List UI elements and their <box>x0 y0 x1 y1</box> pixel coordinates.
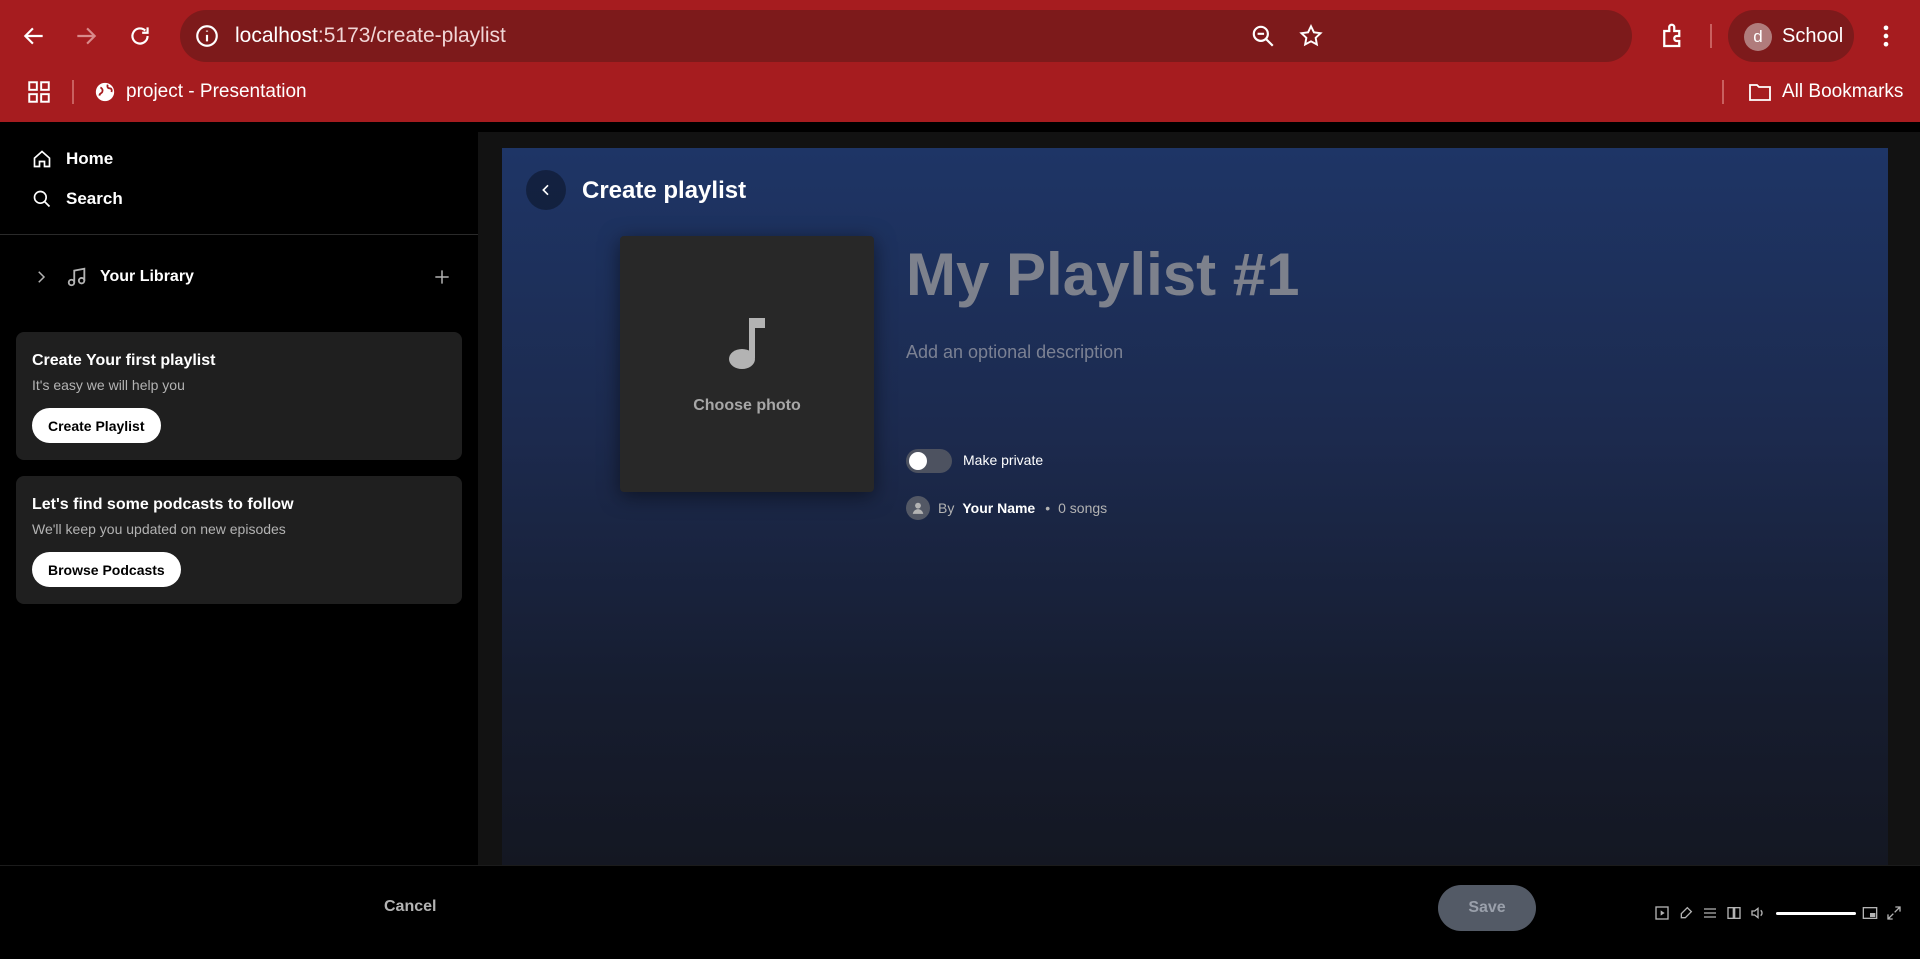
reload-icon <box>131 27 149 45</box>
reload-button[interactable] <box>118 14 162 58</box>
sidebar-item-label: Home <box>66 149 114 168</box>
mini-player-icon[interactable] <box>1862 905 1878 921</box>
sidebar: Home Search Your Library Create Your fir… <box>0 122 478 865</box>
bookmarks-divider <box>72 80 74 104</box>
home-icon <box>33 150 51 168</box>
card-title: Let's find some podcasts to follow <box>32 496 294 513</box>
podcasts-card: Let's find some podcasts to follow We'll… <box>16 476 462 604</box>
apps-grid-icon[interactable] <box>26 79 52 105</box>
page-title: Create playlist <box>582 177 747 204</box>
toggle-knob <box>909 452 927 470</box>
arrow-left-icon <box>23 27 43 45</box>
user-avatar <box>906 496 930 520</box>
make-private-label: Make private <box>963 452 1044 468</box>
volume-icon[interactable] <box>1750 905 1766 921</box>
extensions-icon[interactable] <box>1658 21 1688 51</box>
folder-icon <box>1749 84 1771 101</box>
browser-chrome: localhost:5173/create-playlist d School … <box>0 0 1920 122</box>
user-icon <box>912 502 924 514</box>
url-path: :5173/create-playlist <box>317 24 506 47</box>
toolbar-divider <box>1710 24 1712 48</box>
browse-podcasts-button[interactable]: Browse Podcasts <box>32 552 181 587</box>
by-label: By <box>938 500 955 516</box>
bookmark-item[interactable]: project - Presentation <box>94 78 307 106</box>
profile-avatar: d <box>1744 23 1772 51</box>
all-bookmarks-button[interactable]: All Bookmarks <box>1748 78 1903 106</box>
fullscreen-icon[interactable] <box>1886 905 1902 921</box>
card-subtitle: It's easy we will help you <box>32 377 185 393</box>
playlist-name-input[interactable]: My Playlist #1 <box>906 240 1300 309</box>
action-bar: Cancel Save <box>0 865 1920 959</box>
globe-icon <box>95 82 115 102</box>
chevron-right-icon[interactable] <box>32 268 50 286</box>
sidebar-item-home[interactable]: Home <box>32 149 113 169</box>
zoom-out-icon[interactable] <box>1250 23 1276 49</box>
make-private-toggle[interactable] <box>906 449 952 473</box>
address-bar[interactable]: localhost:5173/create-playlist <box>180 10 1632 62</box>
create-playlist-button[interactable]: Create Playlist <box>32 408 161 443</box>
url-host: localhost <box>235 24 318 47</box>
bookmark-label: project - Presentation <box>126 81 307 102</box>
card-title: Create Your first playlist <box>32 352 216 369</box>
music-note-icon <box>67 267 86 287</box>
more-vert-icon[interactable] <box>1872 22 1900 50</box>
profile-name: School <box>1782 25 1844 47</box>
connect-device-icon[interactable] <box>1726 905 1742 921</box>
meta-separator: • <box>1045 500 1051 516</box>
browser-toolbar: localhost:5173/create-playlist d School <box>0 0 1920 72</box>
info-icon[interactable] <box>194 23 220 49</box>
sidebar-item-label: Search <box>66 189 123 208</box>
playlist-meta: By Your Name • 0 songs <box>906 496 1107 520</box>
choose-photo-label: Choose photo <box>693 397 801 414</box>
now-playing-view-icon[interactable] <box>1654 905 1670 921</box>
profile-button[interactable]: d School <box>1728 10 1854 62</box>
owner-name[interactable]: Your Name <box>962 500 1035 516</box>
back-button[interactable] <box>526 170 566 210</box>
chevron-left-icon <box>542 184 549 196</box>
back-button[interactable] <box>12 14 56 58</box>
arrow-right-icon <box>77 27 97 45</box>
create-playlist-card: Create Your first playlist It's easy we … <box>16 332 462 460</box>
music-note-icon <box>729 318 765 369</box>
all-bookmarks-label: All Bookmarks <box>1782 81 1904 102</box>
description-input[interactable]: Add an optional description <box>906 342 1123 363</box>
card-subtitle: We'll keep you updated on new episodes <box>32 521 286 537</box>
bookmarks-divider-right <box>1722 80 1724 104</box>
queue-icon[interactable] <box>1702 905 1718 921</box>
url-text[interactable]: localhost:5173/create-playlist <box>235 24 506 48</box>
plus-icon[interactable] <box>432 267 452 287</box>
sidebar-item-search[interactable]: Search <box>32 189 123 209</box>
library-header[interactable]: Your Library <box>32 262 452 292</box>
save-button[interactable]: Save <box>1438 885 1536 931</box>
star-icon[interactable] <box>1298 23 1324 49</box>
volume-slider[interactable] <box>1776 912 1856 915</box>
app: Home Search Your Library Create Your fir… <box>0 122 1920 959</box>
choose-photo-button[interactable]: Choose photo <box>620 236 874 492</box>
song-count: 0 songs <box>1058 500 1108 516</box>
microphone-icon[interactable] <box>1678 905 1694 921</box>
cancel-button[interactable]: Cancel <box>384 898 436 916</box>
forward-button[interactable] <box>64 14 108 58</box>
search-icon <box>33 190 51 208</box>
sidebar-divider <box>0 234 478 235</box>
library-label: Your Library <box>100 268 194 285</box>
